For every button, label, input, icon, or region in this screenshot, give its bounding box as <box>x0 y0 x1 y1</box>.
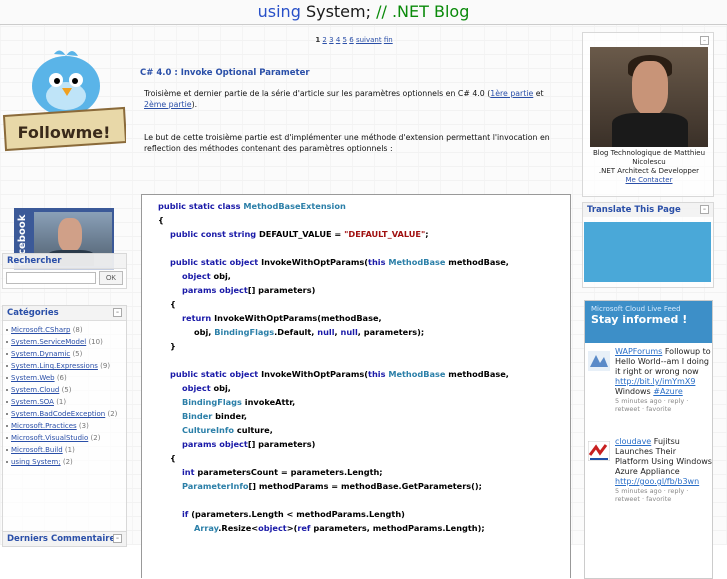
tweet-link[interactable]: http://goo.gl/fb/b3wn <box>615 477 699 486</box>
category-item[interactable]: Microsoft.Practices (3) <box>3 420 126 432</box>
tweet-link[interactable]: http://bit.ly/imYmX9 <box>615 377 695 386</box>
page-link[interactable]: 3 <box>329 36 333 44</box>
collapse-icon[interactable]: – <box>113 534 122 543</box>
search-title: Rechercher <box>3 254 126 269</box>
tweet-actions[interactable]: retweet · favorite <box>615 405 712 413</box>
title-separator: // <box>376 2 387 21</box>
category-item[interactable]: System.Cloud (5) <box>3 384 126 396</box>
tweet-item: cloudave Fujitsu Launches Their Platform… <box>585 433 712 517</box>
category-list: Microsoft.CSharp (8) System.ServiceModel… <box>3 321 126 468</box>
tweet-actions[interactable]: retweet · favorite <box>615 495 712 503</box>
page-link[interactable]: 6 <box>349 36 353 44</box>
category-item[interactable]: System.Dynamic (5) <box>3 348 126 360</box>
followme-text: Followme! <box>18 123 111 142</box>
collapse-icon[interactable]: – <box>113 308 122 317</box>
page-link[interactable]: 5 <box>343 36 347 44</box>
post-paragraph: Le but de cette troisième partie est d'i… <box>144 133 550 153</box>
tweet-meta[interactable]: 5 minutes ago · reply · <box>615 487 712 495</box>
comments-title: Derniers Commentaires <box>7 534 121 544</box>
page-end-link[interactable]: fin <box>384 36 393 44</box>
title-using: using <box>257 2 301 21</box>
tweet-user-link[interactable]: cloudave <box>615 437 651 446</box>
search-panel: Rechercher OK <box>2 253 127 289</box>
categories-panel: Catégories – Microsoft.CSharp (8) System.… <box>2 305 127 535</box>
post-body: Troisième et dernier partie de la série … <box>144 88 564 154</box>
collapse-icon[interactable]: – <box>700 205 709 214</box>
feed-title: Microsoft Cloud Live Feed <box>591 305 681 313</box>
page-current: 1 <box>315 36 321 44</box>
profile-panel: – Blog Technologique de Matthieu Nicoles… <box>582 32 714 197</box>
wapforums-avatar-icon <box>588 351 610 371</box>
post-text: Troisième et dernier partie de la série … <box>144 89 491 98</box>
profile-role: .NET Architect & Developper <box>598 167 700 175</box>
category-item[interactable]: Microsoft.VisualStudio (2) <box>3 432 126 444</box>
blog-header: using System; // .NET Blog <box>0 0 727 25</box>
search-input[interactable] <box>6 272 96 284</box>
category-item[interactable]: System.SOA (1) <box>3 396 126 408</box>
post-text: et <box>533 89 544 98</box>
page-link[interactable]: 4 <box>336 36 340 44</box>
tweet-hashtag[interactable]: #Azure <box>653 387 682 396</box>
category-item[interactable]: System.BadCodeException (2) <box>3 408 126 420</box>
right-sidebar: – Blog Technologique de Matthieu Nicoles… <box>580 32 727 579</box>
part1-link[interactable]: 1ère partie <box>490 89 533 98</box>
feed-subtitle: Stay informed ! <box>591 313 688 326</box>
post-title[interactable]: C# 4.0 : Invoke Optional Parameter <box>140 68 310 78</box>
category-item[interactable]: using System; (2) <box>3 456 126 468</box>
title-net: .NET Blog <box>391 2 470 21</box>
left-sidebar: Followme! facebook Rechercher OK Catégor… <box>0 32 128 547</box>
title-system: System; <box>305 2 371 21</box>
pagination: 1 2 3 4 5 6 suivant fin <box>136 36 572 44</box>
part2-link[interactable]: 2ème partie <box>144 100 192 109</box>
category-item[interactable]: Microsoft.Build (1) <box>3 444 126 456</box>
code-block: public static class MethodBaseExtension … <box>141 194 571 578</box>
profile-caption: Blog Technologique de Matthieu Nicolescu <box>592 149 706 166</box>
author-photo <box>590 47 708 147</box>
post-text: ). <box>191 100 198 109</box>
tweet-text: Windows <box>615 387 654 396</box>
cloud-feed-widget: Microsoft Cloud Live Feed Stay informed … <box>584 300 713 579</box>
collapse-icon[interactable]: – <box>700 36 709 45</box>
tweet-meta[interactable]: 5 minutes ago · reply · <box>615 397 712 405</box>
search-ok-button[interactable]: OK <box>99 271 123 285</box>
category-item[interactable]: System.Web (6) <box>3 372 126 384</box>
translate-widget[interactable] <box>584 222 711 282</box>
tweet-user-link[interactable]: WAPForums <box>615 347 662 356</box>
twitter-bird-icon: Followme! <box>2 50 128 152</box>
translate-title: Translate This Page <box>587 205 681 215</box>
category-item[interactable]: Microsoft.CSharp (8) <box>3 324 126 336</box>
followme-badge[interactable]: Followme! <box>2 46 128 156</box>
feed-header: Microsoft Cloud Live Feed Stay informed … <box>585 301 712 343</box>
page-next-link[interactable]: suivant <box>356 36 382 44</box>
category-item[interactable]: System.ServiceModel (10) <box>3 336 126 348</box>
cloudave-avatar-icon <box>588 441 610 461</box>
main-content: 1 2 3 4 5 6 suivant fin C# 4.0 : Invoke … <box>136 32 572 578</box>
page-link[interactable]: 2 <box>322 36 326 44</box>
category-item[interactable]: System.Linq.Expressions (9) <box>3 360 126 372</box>
categories-title: Catégories <box>7 308 59 318</box>
contact-link[interactable]: Me Contacter <box>626 176 673 184</box>
tweet-item: WAPForums Followup to Hello World--am I … <box>585 343 712 427</box>
blog-title[interactable]: using System; // .NET Blog <box>258 2 470 21</box>
